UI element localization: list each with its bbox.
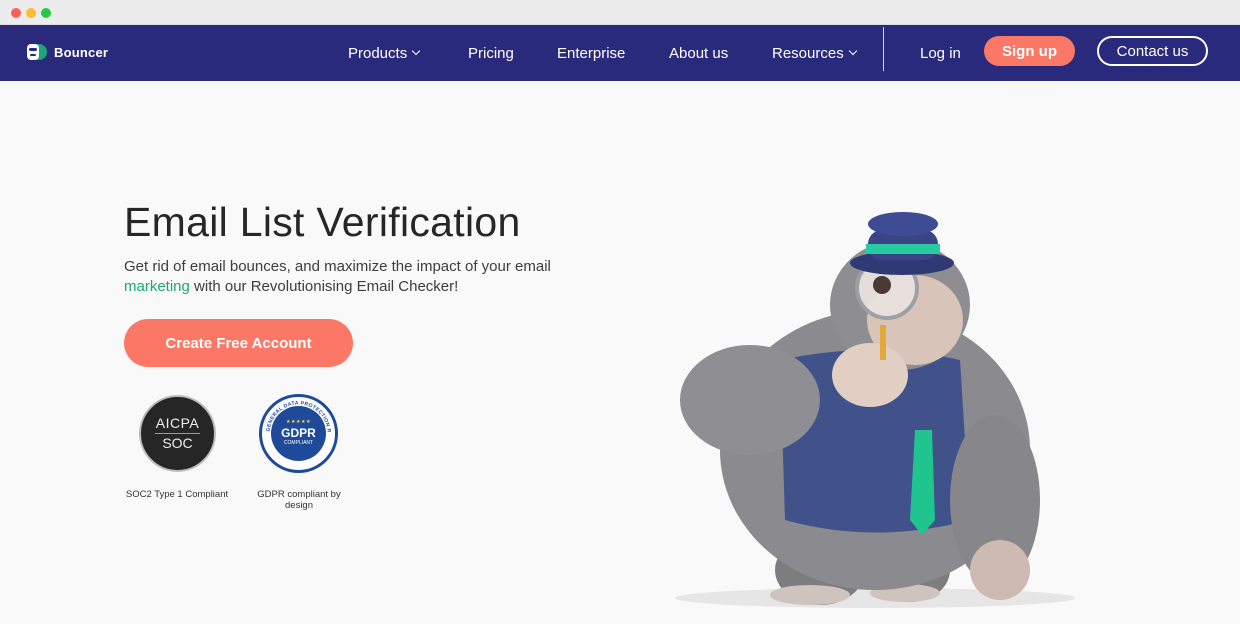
- contact-us-button[interactable]: Contact us: [1097, 36, 1208, 66]
- login-link[interactable]: Log in: [920, 25, 961, 81]
- aicpa-caption: SOC2 Type 1 Compliant: [125, 489, 229, 500]
- gorilla-mascot-illustration: [675, 212, 1075, 608]
- minimize-window-button[interactable]: [26, 8, 36, 18]
- login-label: Log in: [920, 44, 961, 62]
- brand-name: Bouncer: [54, 44, 109, 60]
- nav-enterprise[interactable]: Enterprise: [557, 25, 625, 81]
- gdpr-label: GDPR: [281, 426, 316, 440]
- badge-divider: [155, 433, 200, 434]
- browser-titlebar: [0, 0, 1240, 25]
- brand-logo-link[interactable]: Bouncer: [24, 39, 108, 65]
- gdpr-caption: GDPR compliant by design: [257, 489, 341, 511]
- nav-pricing-label: Pricing: [468, 44, 514, 62]
- aicpa-soc-badge: AICPA SOC: [139, 395, 216, 472]
- bouncer-logo-icon: [24, 40, 48, 64]
- nav-pricing[interactable]: Pricing: [468, 25, 514, 81]
- nav-resources[interactable]: Resources: [772, 25, 857, 81]
- nav-about-us-label: About us: [669, 44, 729, 62]
- nav-divider: [883, 27, 884, 71]
- gdpr-badge: GENERAL DATA PROTECTION REGULATION ★★★★★…: [259, 394, 338, 473]
- nav-about-us[interactable]: About us: [669, 25, 728, 81]
- gdpr-inner-seal: ★★★★★ GDPR COMPLIANT: [271, 406, 326, 461]
- maximize-window-button[interactable]: [41, 8, 51, 18]
- hero-subtitle-accent: marketing: [124, 278, 190, 295]
- signup-button[interactable]: Sign up: [984, 36, 1075, 66]
- chevron-down-icon: [848, 46, 857, 56]
- create-free-account-button[interactable]: Create Free Account: [124, 319, 353, 367]
- chevron-down-icon: [411, 46, 421, 56]
- nav-products-label: Products: [348, 44, 408, 62]
- hero-subtitle: Get rid of email bounces, and maximize t…: [124, 257, 564, 297]
- close-window-button[interactable]: [11, 8, 21, 18]
- nav-products[interactable]: Products: [348, 25, 421, 81]
- nav-enterprise-label: Enterprise: [557, 44, 626, 62]
- nav-resources-label: Resources: [772, 44, 844, 62]
- aicpa-label: AICPA: [155, 415, 200, 431]
- star-icons: ★★★★★: [286, 419, 311, 425]
- hero-subtitle-text: Get rid of email bounces, and maximize t…: [124, 258, 551, 275]
- hero-title: Email List Verification: [124, 199, 521, 245]
- gdpr-compliant-label: COMPLIANT: [283, 440, 314, 446]
- hero-subtitle-text-end: with our Revolutionising Email Checker!: [189, 278, 459, 295]
- top-navbar: Bouncer Products Pricing Enterprise Abou…: [0, 25, 1240, 81]
- soc-label: SOC: [162, 435, 193, 451]
